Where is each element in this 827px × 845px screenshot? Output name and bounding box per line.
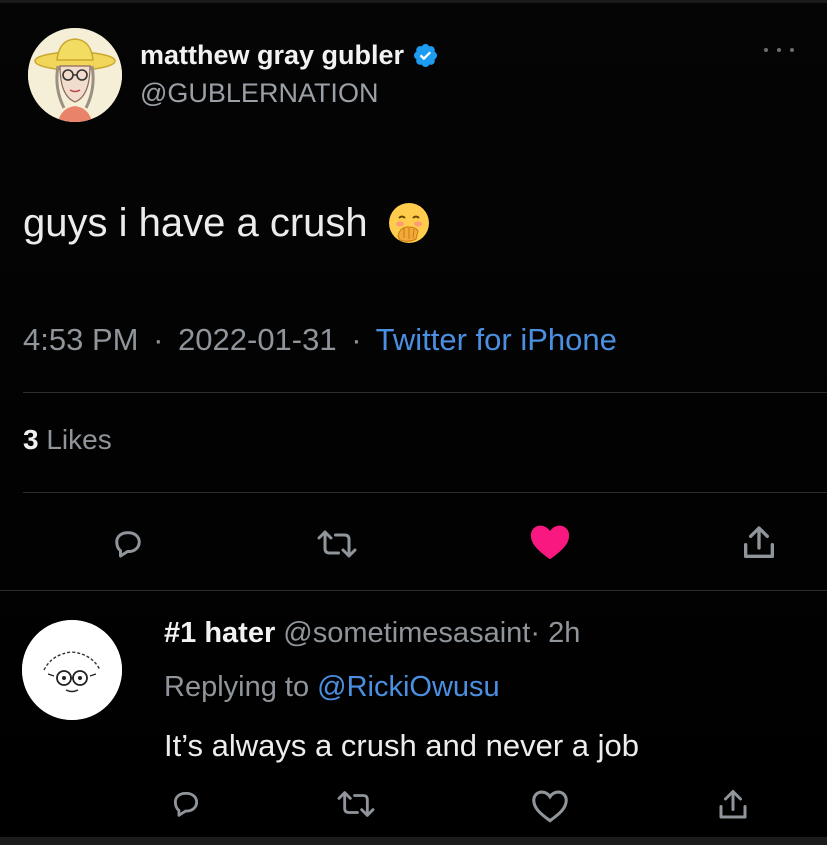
reply-age: 2h [548,617,581,649]
reply-icon [173,791,199,817]
share-icon [744,526,774,558]
tweet-source-link[interactable]: Twitter for iPhone [376,322,617,357]
reply-like-button[interactable] [528,786,572,826]
share-button[interactable] [736,520,782,566]
likes-count: 3 [23,424,39,455]
tweet-time: 4:53 PM [23,322,139,357]
reply-header: #1 hater @sometimesasaint· 2h [164,617,580,650]
reply-button[interactable] [106,522,150,566]
tweet-body: guys i have a crush [23,200,432,246]
like-outline-icon [532,790,568,823]
tweet-screenshot: matthew gray gubler @GUBLERNATION guys i… [0,0,827,845]
author-display-name[interactable]: matthew gray gubler [140,40,439,71]
retweet-icon [317,530,357,558]
top-border [0,0,827,3]
retweet-icon [337,791,375,817]
reply-share-button[interactable] [712,784,754,826]
reply-separator: · [530,617,540,649]
tweet-meta: 4:53 PM · 2022-01-31 · Twitter for iPhon… [23,322,617,358]
author-name-text: matthew gray gubler [140,40,405,70]
author-handle[interactable]: @GUBLERNATION [140,78,378,109]
meta-separator: · [153,322,164,357]
divider [23,392,827,393]
reply-retweet-button[interactable] [333,784,379,824]
meta-separator: · [351,322,362,357]
divider [23,492,827,493]
retweet-button[interactable] [312,522,362,566]
reply-author-name[interactable]: #1 hater [164,617,275,649]
replying-to-mention[interactable]: @RickiOwusu [317,671,500,703]
replying-prefix: Replying to [164,671,310,703]
reply-text: It’s always a crush and never a job [164,728,640,763]
likes-label: Likes [46,424,112,455]
reply-reply-button[interactable] [166,784,206,824]
author-avatar[interactable] [28,28,122,122]
more-options-icon[interactable] [764,44,794,56]
reply-author-handle[interactable]: @sometimesasaint [283,617,530,649]
tweet-text: guys i have a crush [23,200,368,245]
reply-author-avatar[interactable] [22,620,122,720]
replying-to-line: Replying to @RickiOwusu [164,671,500,704]
tweet-date: 2022-01-31 [178,322,337,357]
verified-badge-icon [414,43,438,68]
face-with-hand-over-mouth-icon [388,203,429,243]
bottom-border [0,837,827,845]
reply-icon [115,531,141,558]
likes-row[interactable]: 3 Likes [23,424,112,456]
divider [0,590,827,591]
like-button[interactable] [525,518,575,566]
like-icon [530,525,570,560]
share-icon [719,790,747,819]
